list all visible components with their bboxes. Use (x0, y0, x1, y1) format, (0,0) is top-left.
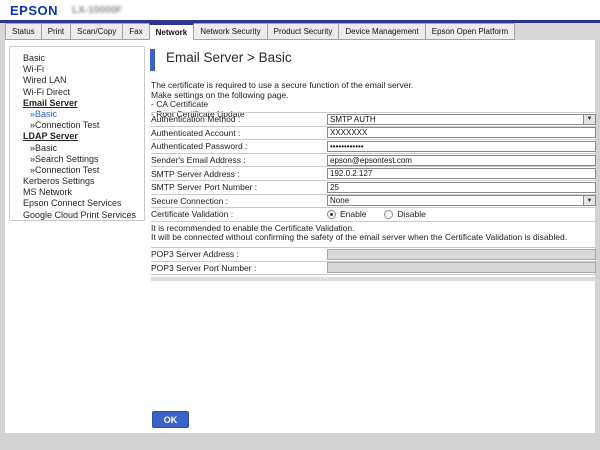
pop3-server-port-input (327, 262, 596, 273)
epson-logo: EPSON (10, 3, 58, 18)
authenticated-account-input-row: Authenticated Account : (151, 127, 596, 141)
pop3-server-address-input-label: POP3 Server Address : (151, 249, 327, 259)
pop3-server-port-input-row: POP3 Server Port Number : (151, 262, 596, 276)
sidebar-item-email-server-basic[interactable]: »Basic (10, 109, 144, 120)
secure-connection-select-cell: None▼ (327, 195, 596, 206)
printer-model-label: LX-10000F (72, 5, 122, 16)
pop3-server-port-input-label: POP3 Server Port Number : (151, 263, 327, 273)
smtp-server-address-input-row: SMTP Server Address : (151, 167, 596, 181)
radio-circle-icon (384, 210, 393, 219)
chevron-down-icon: ▼ (583, 115, 595, 124)
tab-device-management[interactable]: Device Management (338, 23, 425, 40)
radio-circle-icon (327, 210, 336, 219)
authenticated-account-input-cell (327, 127, 596, 138)
smtp-server-port-input-row: SMTP Server Port Number : (151, 181, 596, 195)
sidebar-group-ldap-server[interactable]: LDAP Server (10, 131, 144, 142)
page-title-accent-bar (150, 49, 155, 71)
secure-connection-select-value: None (328, 196, 583, 205)
certificate-validation-enable-radio-label: Enable (340, 209, 366, 219)
content-area: BasicWi-FiWired LANWi-Fi DirectEmail Ser… (5, 40, 595, 433)
chevron-down-icon: ▼ (583, 196, 595, 205)
certificate-validation-radio-group-label: Certificate Validation : (151, 209, 327, 219)
sidebar-item-epson-connect-services[interactable]: Epson Connect Services (10, 198, 144, 209)
form-rows-pop3: POP3 Server Address : POP3 Server Port Nu… (151, 248, 596, 275)
smtp-server-address-input[interactable] (327, 168, 596, 179)
tab-scan-copy[interactable]: Scan/Copy (70, 23, 123, 40)
pop3-server-address-input-row: POP3 Server Address : (151, 248, 596, 262)
sidebar-item-ldap-basic[interactable]: »Basic (10, 143, 144, 154)
certificate-validation-enable-radio[interactable]: Enable (327, 209, 366, 219)
web-config-page: EPSON LX-10000F StatusPrintScan/CopyFaxN… (0, 0, 600, 450)
tab-print[interactable]: Print (41, 23, 71, 40)
tab-fax[interactable]: Fax (122, 23, 149, 40)
senders-email-address-input[interactable] (327, 155, 596, 166)
sidebar-item-basic[interactable]: Basic (10, 53, 144, 64)
tab-epson-open-platform[interactable]: Epson Open Platform (425, 23, 515, 40)
authentication-method-select-label: Authentication Method : (151, 114, 327, 124)
sidebar-item-email-server-connection-test[interactable]: »Connection Test (10, 120, 144, 131)
email-server-form: Authentication Method :SMTP AUTH▼Authent… (151, 112, 596, 281)
authentication-method-select-value: SMTP AUTH (328, 115, 583, 124)
sidebar-item-wired-lan[interactable]: Wired LAN (10, 75, 144, 86)
pop3-server-port-input-cell (327, 262, 596, 273)
ok-button[interactable]: OK (152, 411, 189, 428)
authentication-method-select[interactable]: SMTP AUTH▼ (327, 114, 596, 125)
smtp-server-port-input-label: SMTP Server Port Number : (151, 182, 327, 192)
pop3-server-address-input (327, 249, 596, 260)
secure-connection-select[interactable]: None▼ (327, 195, 596, 206)
smtp-server-address-input-cell (327, 168, 596, 179)
certificate-validation-disable-radio-label: Disable (397, 209, 425, 219)
tab-product-security[interactable]: Product Security (267, 23, 340, 40)
sidebar-item-ms-network[interactable]: MS Network (10, 187, 144, 198)
authenticated-account-input-label: Authenticated Account : (151, 128, 327, 138)
sidebar-item-google-cloud-print-services[interactable]: Google Cloud Print Services (10, 210, 144, 221)
smtp-server-port-input[interactable] (327, 182, 596, 193)
senders-email-address-input-cell (327, 155, 596, 166)
note-line: It will be connected without confirming … (151, 233, 596, 243)
tab-status[interactable]: Status (5, 23, 42, 40)
authenticated-password-input-label: Authenticated Password : (151, 141, 327, 151)
certificate-validation-radio-group-cell: Enable Disable (327, 209, 596, 219)
description-line: Make settings on the following page. (151, 91, 591, 101)
senders-email-address-input-label: Sender's Email Address : (151, 155, 327, 165)
authenticated-account-input[interactable] (327, 127, 596, 138)
sidebar-item-wifi[interactable]: Wi-Fi (10, 64, 144, 75)
header: EPSON LX-10000F (0, 0, 600, 20)
authentication-method-select-cell: SMTP AUTH▼ (327, 114, 596, 125)
authenticated-password-input[interactable] (327, 141, 596, 152)
authenticated-password-input-cell (327, 141, 596, 152)
sidebar-nav: BasicWi-FiWired LANWi-Fi DirectEmail Ser… (9, 46, 145, 221)
sidebar-group-email-server[interactable]: Email Server (10, 98, 144, 109)
authenticated-password-input-row: Authenticated Password : (151, 140, 596, 154)
sidebar-item-ldap-connection-test[interactable]: »Connection Test (10, 165, 144, 176)
tab-network-security[interactable]: Network Security (193, 23, 267, 40)
certificate-validation-note: It is recommended to enable the Certific… (151, 222, 596, 248)
pop3-server-address-input-cell (327, 249, 596, 260)
sidebar-item-ldap-search-settings[interactable]: »Search Settings (10, 154, 144, 165)
tab-bar: StatusPrintScan/CopyFaxNetworkNetwork Se… (0, 23, 600, 40)
sidebar-item-wifi-direct[interactable]: Wi-Fi Direct (10, 87, 144, 98)
form-rows-main: Authentication Method :SMTP AUTH▼Authent… (151, 112, 596, 222)
form-bottom-divider (151, 277, 596, 281)
certificate-validation-radio-group-row: Certificate Validation : Enable Disable (151, 208, 596, 222)
authentication-method-select-row: Authentication Method :SMTP AUTH▼ (151, 113, 596, 127)
smtp-server-address-input-label: SMTP Server Address : (151, 169, 327, 179)
page-title: Email Server > Basic (166, 50, 292, 65)
secure-connection-select-label: Secure Connection : (151, 196, 327, 206)
certificate-validation-disable-radio[interactable]: Disable (384, 209, 425, 219)
sidebar-item-kerberos-settings[interactable]: Kerberos Settings (10, 176, 144, 187)
tab-network[interactable]: Network (149, 23, 195, 40)
secure-connection-select-row: Secure Connection :None▼ (151, 195, 596, 209)
smtp-server-port-input-cell (327, 182, 596, 193)
senders-email-address-input-row: Sender's Email Address : (151, 154, 596, 168)
